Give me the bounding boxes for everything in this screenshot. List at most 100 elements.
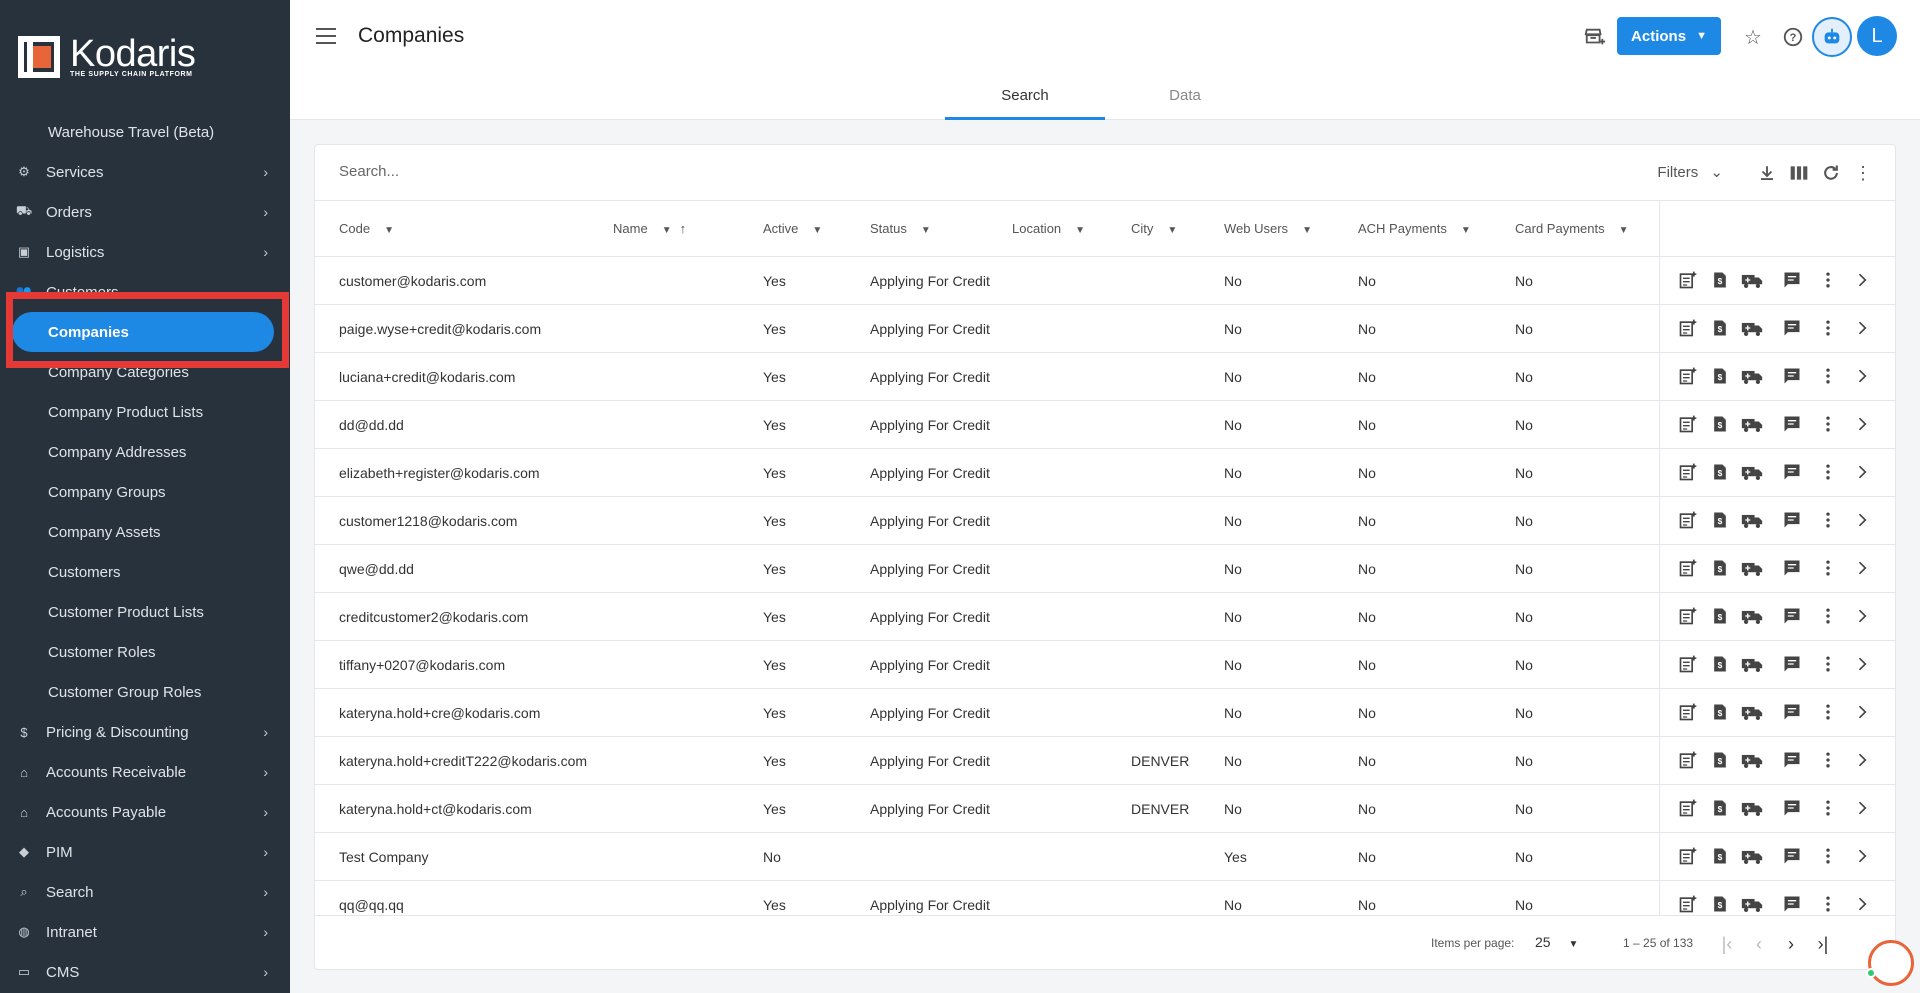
items-per-page-select[interactable]: 25 ▼ bbox=[1535, 934, 1578, 950]
sidebar-item-orders[interactable]: ⛟ Orders › bbox=[0, 192, 290, 232]
caret-down-icon[interactable]: ▼ bbox=[812, 225, 822, 236]
invoice-dollar-icon[interactable]: $ bbox=[1709, 701, 1731, 723]
column-header-ach-payments[interactable]: ACH Payments ▼ bbox=[1358, 221, 1471, 236]
delivery-truck-icon[interactable] bbox=[1741, 509, 1763, 531]
sidebar-item-cms[interactable]: ▭ CMS › bbox=[0, 952, 290, 992]
chevron-right-icon[interactable] bbox=[1851, 845, 1873, 867]
caret-down-icon[interactable]: ▼ bbox=[1302, 225, 1312, 236]
more-vert-icon[interactable] bbox=[1817, 365, 1839, 387]
add-note-icon[interactable] bbox=[1677, 365, 1699, 387]
sidebar-item-accounts-receivable[interactable]: ⌂ Accounts Receivable › bbox=[0, 752, 290, 792]
more-vert-icon[interactable] bbox=[1817, 749, 1839, 771]
more-vert-icon[interactable] bbox=[1817, 509, 1839, 531]
chevron-right-icon[interactable] bbox=[1851, 749, 1873, 771]
table-row[interactable]: qwe@dd.dd Yes Applying For Credit No No No $ bbox=[315, 545, 1895, 593]
refresh-icon[interactable] bbox=[1819, 161, 1843, 185]
tab-data[interactable]: Data bbox=[1105, 80, 1265, 120]
add-note-icon[interactable] bbox=[1677, 845, 1699, 867]
table-row[interactable]: elizabeth+register@kodaris.com Yes Applyin… bbox=[315, 449, 1895, 497]
invoice-dollar-icon[interactable]: $ bbox=[1709, 845, 1731, 867]
more-vert-icon[interactable] bbox=[1817, 413, 1839, 435]
next-page-icon[interactable]: › bbox=[1779, 932, 1803, 956]
comment-icon[interactable] bbox=[1781, 893, 1803, 915]
chevron-right-icon[interactable] bbox=[1851, 317, 1873, 339]
invoice-dollar-icon[interactable]: $ bbox=[1709, 365, 1731, 387]
comment-icon[interactable] bbox=[1781, 653, 1803, 675]
sidebar-item-company-product-lists[interactable]: Company Product Lists bbox=[0, 392, 290, 432]
add-note-icon[interactable] bbox=[1677, 269, 1699, 291]
last-page-icon[interactable]: ›| bbox=[1811, 932, 1835, 956]
add-note-icon[interactable] bbox=[1677, 653, 1699, 675]
column-header-location[interactable]: Location ▼ bbox=[1012, 221, 1085, 236]
sidebar-item-services[interactable]: ⚙ Services › bbox=[0, 152, 290, 192]
invoice-dollar-icon[interactable]: $ bbox=[1709, 605, 1731, 627]
invoice-dollar-icon[interactable]: $ bbox=[1709, 317, 1731, 339]
delivery-truck-icon[interactable] bbox=[1741, 461, 1763, 483]
sort-ascending-icon[interactable]: ↑ bbox=[680, 221, 687, 236]
delivery-truck-icon[interactable] bbox=[1741, 797, 1763, 819]
delivery-truck-icon[interactable] bbox=[1741, 317, 1763, 339]
comment-icon[interactable] bbox=[1781, 365, 1803, 387]
comment-icon[interactable] bbox=[1781, 605, 1803, 627]
chevron-right-icon[interactable] bbox=[1851, 797, 1873, 819]
comment-icon[interactable] bbox=[1781, 413, 1803, 435]
tab-search[interactable]: Search bbox=[945, 80, 1105, 120]
table-row[interactable]: luciana+credit@kodaris.com Yes Applying Fo… bbox=[315, 353, 1895, 401]
sidebar-item-company-assets[interactable]: Company Assets bbox=[0, 512, 290, 552]
sidebar-item-intranet[interactable]: ◍ Intranet › bbox=[0, 912, 290, 952]
add-note-icon[interactable] bbox=[1677, 749, 1699, 771]
invoice-dollar-icon[interactable]: $ bbox=[1709, 461, 1731, 483]
more-vert-icon[interactable] bbox=[1817, 557, 1839, 579]
sidebar-item-warehouse-travel-beta[interactable]: Warehouse Travel (Beta) bbox=[0, 112, 290, 152]
more-vert-icon[interactable] bbox=[1817, 653, 1839, 675]
more-vert-icon[interactable] bbox=[1817, 605, 1839, 627]
add-note-icon[interactable] bbox=[1677, 509, 1699, 531]
kodaris-logo[interactable]: Kodaris THE SUPPLY CHAIN PLATFORM bbox=[18, 35, 196, 78]
star-icon[interactable]: ☆ bbox=[1740, 24, 1766, 50]
caret-down-icon[interactable]: ▼ bbox=[1461, 225, 1471, 236]
delivery-truck-icon[interactable] bbox=[1741, 557, 1763, 579]
column-header-active[interactable]: Active ▼ bbox=[763, 221, 822, 236]
sidebar-item-company-groups[interactable]: Company Groups bbox=[0, 472, 290, 512]
chevron-right-icon[interactable] bbox=[1851, 653, 1873, 675]
chevron-right-icon[interactable] bbox=[1851, 509, 1873, 531]
delivery-truck-icon[interactable] bbox=[1741, 893, 1763, 915]
comment-icon[interactable] bbox=[1781, 749, 1803, 771]
delivery-truck-icon[interactable] bbox=[1741, 413, 1763, 435]
delivery-truck-icon[interactable] bbox=[1741, 653, 1763, 675]
sidebar-item-customers[interactable]: Customers bbox=[0, 552, 290, 592]
download-icon[interactable] bbox=[1755, 161, 1779, 185]
invoice-dollar-icon[interactable]: $ bbox=[1709, 413, 1731, 435]
add-note-icon[interactable] bbox=[1677, 461, 1699, 483]
delivery-truck-icon[interactable] bbox=[1741, 365, 1763, 387]
comment-icon[interactable] bbox=[1781, 797, 1803, 819]
caret-down-icon[interactable]: ▼ bbox=[921, 225, 931, 236]
more-vert-icon[interactable] bbox=[1817, 845, 1839, 867]
more-vert-icon[interactable] bbox=[1817, 893, 1839, 915]
chevron-right-icon[interactable] bbox=[1851, 557, 1873, 579]
chevron-right-icon[interactable] bbox=[1851, 893, 1873, 915]
more-vert-icon[interactable] bbox=[1817, 797, 1839, 819]
chevron-right-icon[interactable] bbox=[1851, 701, 1873, 723]
table-row[interactable]: kateryna.hold+cre@kodaris.com Yes Applying… bbox=[315, 689, 1895, 737]
invoice-dollar-icon[interactable]: $ bbox=[1709, 269, 1731, 291]
delivery-truck-icon[interactable] bbox=[1741, 269, 1763, 291]
table-row[interactable]: customer1218@kodaris.com Yes Applying For … bbox=[315, 497, 1895, 545]
chat-support-icon[interactable] bbox=[1868, 940, 1914, 986]
caret-down-icon[interactable]: ▼ bbox=[1075, 225, 1085, 236]
column-header-code[interactable]: Code ▼ bbox=[339, 221, 394, 236]
table-row[interactable]: kateryna.hold+ct@kodaris.com Yes Applying … bbox=[315, 785, 1895, 833]
invoice-dollar-icon[interactable]: $ bbox=[1709, 557, 1731, 579]
sidebar-item-customer-roles[interactable]: Customer Roles bbox=[0, 632, 290, 672]
table-row[interactable]: customer@kodaris.com Yes Applying For Cred… bbox=[315, 257, 1895, 305]
column-header-name[interactable]: Name ▼ ↑ bbox=[613, 221, 686, 236]
comment-icon[interactable] bbox=[1781, 269, 1803, 291]
comment-icon[interactable] bbox=[1781, 509, 1803, 531]
filters-button[interactable]: Filters ⌄ bbox=[1657, 163, 1723, 181]
table-row[interactable]: creditcustomer2@kodaris.com Yes Applying F… bbox=[315, 593, 1895, 641]
delivery-truck-icon[interactable] bbox=[1741, 701, 1763, 723]
delivery-truck-icon[interactable] bbox=[1741, 845, 1763, 867]
table-row[interactable]: tiffany+0207@kodaris.com Yes Applying For … bbox=[315, 641, 1895, 689]
caret-down-icon[interactable]: ▼ bbox=[384, 225, 394, 236]
assistant-bot-icon[interactable] bbox=[1812, 17, 1852, 57]
